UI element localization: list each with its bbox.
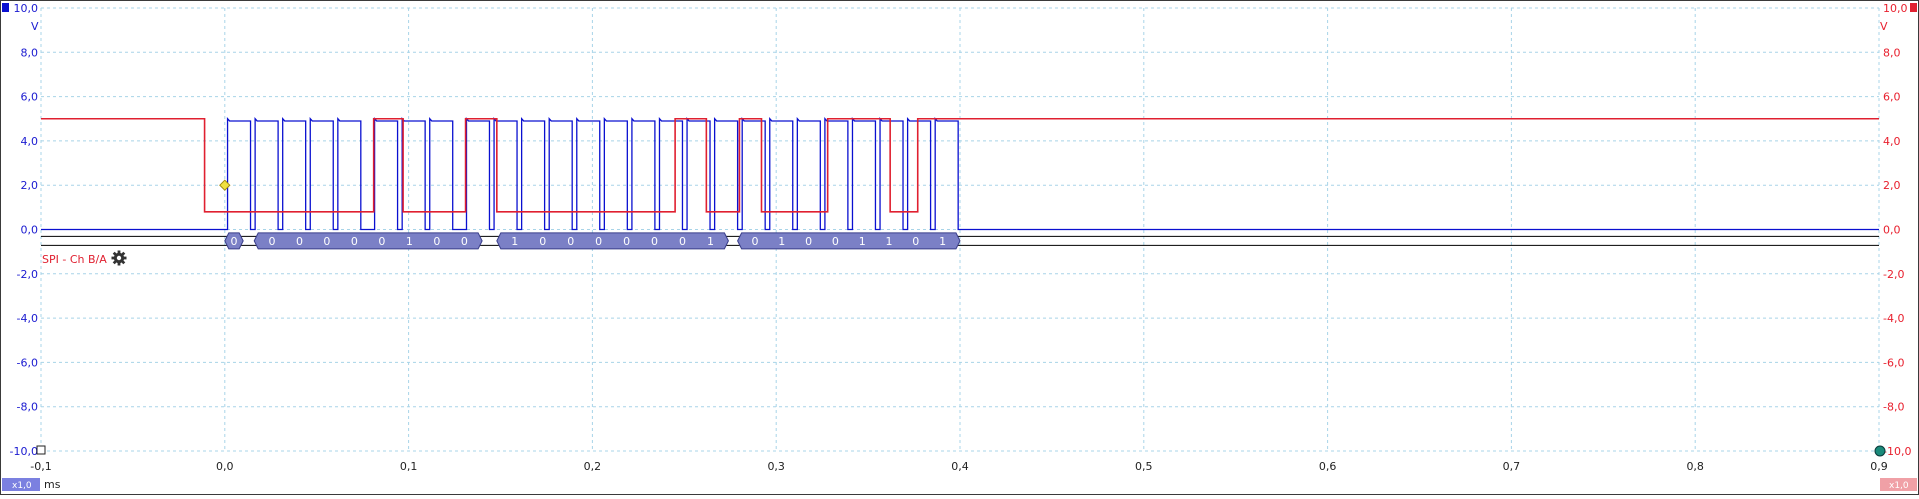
y-tick-label-right: 2,0 [1883, 179, 1901, 192]
x-tick-label: 0,1 [400, 460, 418, 473]
x-tick-label: 0,7 [1503, 460, 1521, 473]
x-tick-label: 0,4 [951, 460, 969, 473]
y-tick-label-left: -6,0 [17, 356, 38, 369]
decoder-bit-label: 0 [539, 235, 546, 248]
decoder-bit-label: 0 [296, 235, 303, 248]
y-tick-label-right: -2,0 [1883, 268, 1904, 281]
decoder-bit-label: 1 [886, 235, 893, 248]
y-tick-label-left: -8,0 [17, 401, 38, 414]
oscilloscope-view: 10,0 8,0 6,0 4,0 2,0 0,0 -2,0 -4,0 -6,0 -8,0 -10,0… [0, 0, 1919, 495]
decoder-bit-label: 1 [778, 235, 785, 248]
decoder-bit-label: 1 [939, 235, 946, 248]
scope-plot: 10,08,06,04,02,00,0-2,0-4,0-6,0-8,0-10,0… [0, 0, 1919, 495]
y-tick-label-right: -8,0 [1883, 401, 1904, 414]
decoder-bit-label: 0 [351, 235, 358, 248]
decoder-bit-label: 0 [323, 235, 330, 248]
decoder-frame [253, 232, 483, 250]
y-tick-label-right: -4,0 [1883, 312, 1904, 325]
decoder-bit-label: 0 [378, 235, 385, 248]
decoder-bit-label: 1 [707, 235, 714, 248]
y-tick-label-left: 0,0 [21, 224, 39, 237]
decoder-frame [496, 232, 729, 250]
y-tick-label-left: 4,0 [21, 135, 39, 148]
x-tick-label: 0,8 [1686, 460, 1704, 473]
y-tick-label-left: 2,0 [21, 179, 39, 192]
decoder-bit-label: 0 [433, 235, 440, 248]
decoder-bit-label: 0 [752, 235, 759, 248]
y-tick-label-left: 10,0 [14, 2, 39, 15]
y-tick-label-right: 10,0 [1883, 2, 1908, 15]
decoder-bit-label: 1 [511, 235, 518, 248]
x-tick-label: 0,5 [1135, 460, 1153, 473]
decoder-bit-label: 0 [461, 235, 468, 248]
signal-ruler-handle-icon[interactable] [1874, 445, 1886, 457]
x-tick-label: 0,2 [584, 460, 602, 473]
y-tick-label-left: -4,0 [17, 312, 38, 325]
y-tick-label-right: 8,0 [1883, 46, 1901, 59]
decoder-bit-label: 0 [651, 235, 658, 248]
decoder-bit-label: 0 [679, 235, 686, 248]
y-tick-label-right: 6,0 [1883, 91, 1901, 104]
decoder-bit-label: 0 [912, 235, 919, 248]
decoder-bit-label: 0 [268, 235, 275, 248]
channel-b-indicator-icon[interactable] [1910, 3, 1917, 12]
scale-badge-right-text: x1,0 [1889, 481, 1909, 491]
channel-a-indicator-icon[interactable] [2, 3, 9, 12]
decoder-bit-label: 0 [595, 235, 602, 248]
decoder-bit-label: 0 [230, 235, 237, 248]
x-tick-label: 0,6 [1319, 460, 1337, 473]
x-tick-label: -0,1 [30, 460, 51, 473]
scale-badge-left-text: x1,0 [12, 481, 32, 491]
time-ruler-handle-icon[interactable] [36, 445, 46, 455]
decoder-bit-label: 1 [859, 235, 866, 248]
x-tick-label: 0,9 [1870, 460, 1888, 473]
y-tick-label-right: -10,0 [1883, 445, 1911, 458]
y-tick-label-right: 0,0 [1883, 224, 1901, 237]
y-tick-label-left: 8,0 [21, 46, 39, 59]
y-tick-label-left: 6,0 [21, 91, 39, 104]
y-tick-label-left: -2,0 [17, 268, 38, 281]
decoder-label[interactable]: SPI - Ch B/A [42, 253, 107, 266]
y-tick-label-right: 4,0 [1883, 135, 1901, 148]
decoder-frame [737, 232, 961, 250]
x-unit-label: ms [44, 478, 61, 491]
y-unit-left: V [31, 20, 39, 33]
decoder-bit-label: 1 [406, 235, 413, 248]
gear-icon[interactable] [111, 250, 127, 266]
x-tick-label: 0,0 [216, 460, 234, 473]
decoder-bit-label: 0 [567, 235, 574, 248]
decoder-bit-label: 0 [832, 235, 839, 248]
x-tick-label: 0,3 [767, 460, 785, 473]
y-tick-label-right: -6,0 [1883, 356, 1904, 369]
y-tick-label-left: -10,0 [10, 445, 38, 458]
decoder-bit-label: 0 [623, 235, 630, 248]
decoder-bit-label: 0 [805, 235, 812, 248]
y-unit-right: V [1880, 20, 1888, 33]
